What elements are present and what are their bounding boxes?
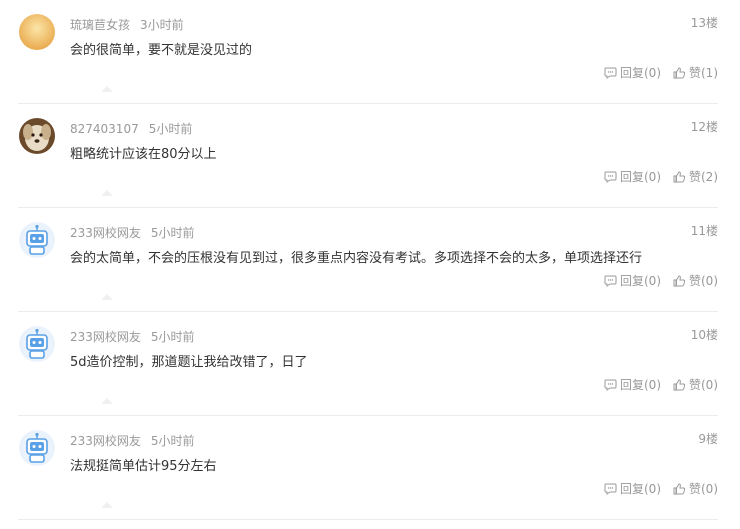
reply-label: 回复(0) [620, 66, 661, 80]
comment-actions: 回复(0) 赞(0) [604, 480, 718, 497]
thumbs-up-icon [673, 170, 686, 182]
reply-label: 回复(0) [620, 482, 661, 496]
robot-avatar-icon [19, 326, 55, 362]
like-label: 赞(0) [689, 482, 718, 496]
floor-number: 10楼 [690, 328, 718, 342]
floor-number: 11楼 [690, 224, 718, 238]
comment-meta: 827403107 5小时前 [70, 120, 192, 137]
reply-button[interactable]: 回复(0) [604, 376, 661, 393]
comment-text: 5d造价控制，那道题让我给改错了，日了 [70, 355, 308, 370]
caret-decoration [101, 294, 113, 300]
comment-meta: 233网校网友 5小时前 [70, 328, 195, 345]
avatar[interactable] [19, 118, 55, 154]
floor-number: 12楼 [690, 120, 718, 134]
comment-bubble-icon [604, 379, 617, 391]
reply-button[interactable]: 回复(0) [604, 64, 661, 81]
comment-actions: 回复(0) 赞(2) [604, 168, 718, 185]
thumbs-up-icon [673, 66, 686, 78]
thumbs-up-icon [673, 274, 686, 286]
like-label: 赞(0) [689, 274, 718, 288]
comment-item: 233网校网友 5小时前 9楼 法规挺简单估计95分左右 回复(0) 赞(0) [0, 416, 740, 520]
comment-item: 233网校网友 5小时前 10楼 5d造价控制，那道题让我给改错了，日了 回复(0… [0, 312, 740, 416]
caret-decoration [101, 398, 113, 404]
caret-decoration [101, 502, 113, 508]
comment-item: 827403107 5小时前 12楼 粗略统计应该在80分以上 回复(0) 赞(2… [0, 104, 740, 208]
reply-button[interactable]: 回复(0) [604, 168, 661, 185]
timestamp: 5小时前 [150, 226, 195, 240]
comment-bubble-icon [604, 483, 617, 495]
username[interactable]: 233网校网友 [70, 226, 141, 240]
like-label: 赞(1) [689, 66, 718, 80]
like-button[interactable]: 赞(1) [673, 64, 718, 81]
avatar-image [19, 14, 55, 50]
like-label: 赞(2) [689, 170, 718, 184]
comment-actions: 回复(0) 赞(0) [604, 272, 718, 289]
avatar-image [19, 118, 55, 154]
username[interactable]: 233网校网友 [70, 330, 141, 344]
comment-text: 会的太简单，不会的压根没有见到过，很多重点内容没有考试。多项选择不会的太多，单项… [70, 251, 643, 266]
reply-label: 回复(0) [620, 378, 661, 392]
comment-bubble-icon [604, 171, 617, 183]
timestamp: 5小时前 [148, 122, 193, 136]
comment-list: 琉璃苣女孩 3小时前 13楼 会的很简单，要不就是没见过的 回复(0) 赞(1) [0, 0, 740, 529]
thumbs-up-icon [673, 482, 686, 494]
username[interactable]: 233网校网友 [70, 434, 141, 448]
like-label: 赞(0) [689, 378, 718, 392]
like-button[interactable]: 赞(0) [673, 272, 718, 289]
like-button[interactable]: 赞(0) [673, 480, 718, 497]
comment-bubble-icon [604, 275, 617, 287]
comment-item: 233网校网友 5小时前 11楼 会的太简单，不会的压根没有见到过，很多重点内容没… [0, 208, 740, 312]
username[interactable]: 琉璃苣女孩 [70, 18, 130, 32]
robot-avatar-icon [19, 430, 55, 466]
reply-button[interactable]: 回复(0) [604, 480, 661, 497]
caret-decoration [101, 86, 113, 92]
reply-label: 回复(0) [620, 274, 661, 288]
comment-meta: 233网校网友 5小时前 [70, 224, 195, 241]
comment-bubble-icon [604, 67, 617, 79]
comment-text: 法规挺简单估计95分左右 [70, 459, 217, 474]
timestamp: 5小时前 [150, 330, 195, 344]
comment-actions: 回复(0) 赞(1) [604, 64, 718, 81]
username[interactable]: 827403107 [70, 122, 139, 136]
separator [18, 519, 718, 520]
floor-number: 9楼 [698, 432, 718, 446]
reply-label: 回复(0) [620, 170, 661, 184]
comment-meta: 琉璃苣女孩 3小时前 [70, 16, 184, 33]
avatar[interactable] [19, 222, 55, 258]
avatar[interactable] [19, 326, 55, 362]
comment-item: 琉璃苣女孩 3小时前 13楼 会的很简单，要不就是没见过的 回复(0) 赞(1) [0, 0, 740, 104]
timestamp: 3小时前 [140, 18, 184, 32]
like-button[interactable]: 赞(0) [673, 376, 718, 393]
comment-text: 会的很简单，要不就是没见过的 [70, 43, 253, 58]
floor-number: 13楼 [690, 16, 718, 30]
avatar[interactable] [19, 14, 55, 50]
comment-meta: 233网校网友 5小时前 [70, 432, 195, 449]
thumbs-up-icon [673, 378, 686, 390]
caret-decoration [101, 190, 113, 196]
comment-actions: 回复(0) 赞(0) [604, 376, 718, 393]
avatar[interactable] [19, 430, 55, 466]
robot-avatar-icon [19, 222, 55, 258]
timestamp: 5小时前 [150, 434, 195, 448]
like-button[interactable]: 赞(2) [673, 168, 718, 185]
reply-button[interactable]: 回复(0) [604, 272, 661, 289]
comment-text: 粗略统计应该在80分以上 [70, 147, 217, 162]
